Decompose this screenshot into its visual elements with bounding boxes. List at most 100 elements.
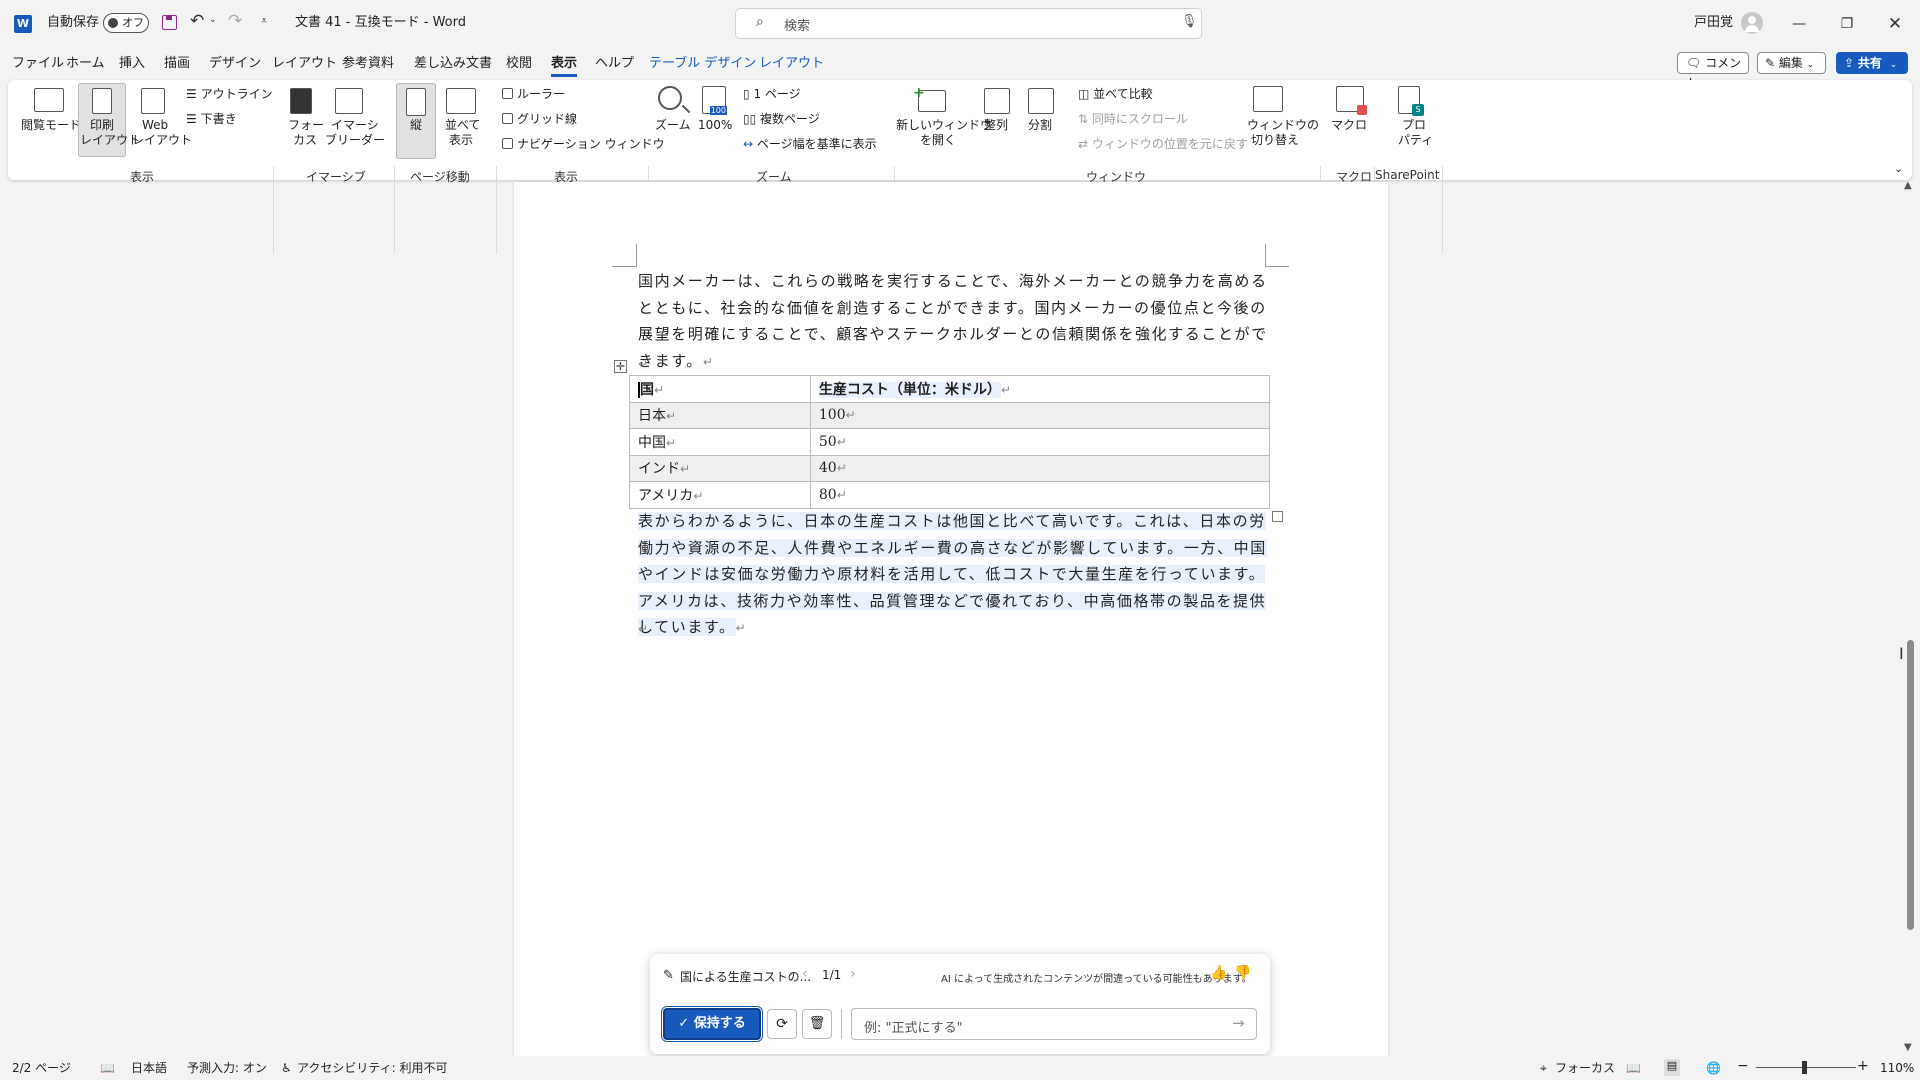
table-resize-handle[interactable]: [1272, 511, 1283, 522]
web-layout-label-2[interactable]: レイアウト: [132, 133, 192, 148]
editing-mode-button[interactable]: ✎ 編集 ⌄: [1757, 52, 1826, 74]
print-layout-view-icon[interactable]: ▤: [1664, 1059, 1680, 1076]
share-button[interactable]: ⇪ 共有 ⌄: [1836, 52, 1908, 74]
regenerate-button[interactable]: ⟳: [767, 1009, 797, 1039]
table-header-cell[interactable]: 生産コスト（単位：米ドル）↵: [809, 375, 1271, 403]
tab-draw[interactable]: 描画: [164, 55, 190, 73]
table-header-cell[interactable]: 国↵: [629, 375, 811, 403]
gridlines-checkbox[interactable]: グリッド線: [502, 112, 577, 127]
tab-review[interactable]: 校閲: [506, 55, 532, 73]
zoom-100-button[interactable]: 100%: [698, 118, 732, 133]
side-to-side-label-1[interactable]: 並べて: [445, 118, 481, 133]
immersive-reader-label-2[interactable]: ブリーダー: [325, 133, 385, 148]
new-window-label-1[interactable]: 新しいウィンドウ: [896, 118, 992, 133]
web-layout-label-1[interactable]: Web: [142, 118, 168, 133]
multiple-pages-button[interactable]: ▯▯ 複数ページ: [743, 112, 820, 127]
next-icon[interactable]: ›: [850, 966, 856, 982]
switch-windows-label-2[interactable]: 切り替え: [1251, 133, 1299, 148]
restore-button[interactable]: ❐: [1824, 0, 1870, 48]
zoom-in-icon[interactable]: +: [1857, 1059, 1869, 1073]
undo-icon[interactable]: ↶: [190, 11, 204, 31]
ruler-checkbox[interactable]: ルーラー: [502, 87, 565, 102]
focus-label-2[interactable]: カス: [293, 133, 317, 148]
one-page-button[interactable]: ▯ 1 ページ: [743, 87, 801, 102]
zoom-button[interactable]: ズーム: [655, 118, 691, 133]
text-cursor-icon: I: [1899, 644, 1904, 663]
zoom-slider-thumb[interactable]: [1802, 1061, 1807, 1074]
tab-references[interactable]: 参考資料: [342, 55, 394, 73]
tab-file[interactable]: ファイル: [12, 55, 64, 73]
table-cell[interactable]: 40↵: [809, 454, 1271, 482]
side-by-side-button[interactable]: ◫ 並べて比較: [1078, 87, 1153, 102]
tab-mailings[interactable]: 差し込み文書: [414, 55, 492, 73]
tab-view[interactable]: 表示: [551, 55, 578, 77]
collapse-ribbon-icon[interactable]: ⌄: [1894, 162, 1903, 175]
predictive-text[interactable]: 予測入力: オン: [187, 1061, 267, 1075]
table-cell[interactable]: 日本↵: [629, 401, 811, 429]
table-cell[interactable]: アメリカ↵: [629, 481, 811, 509]
outline-button[interactable]: ☰ アウトライン: [186, 87, 273, 102]
arrange-all-button[interactable]: 整列: [984, 118, 1008, 133]
thumbs-down-icon[interactable]: 👎: [1234, 965, 1251, 981]
close-button[interactable]: ✕: [1872, 0, 1918, 48]
switch-windows-label-1[interactable]: ウィンドウの: [1247, 118, 1319, 133]
read-mode-view-icon[interactable]: 📖: [1626, 1061, 1641, 1075]
redo-icon[interactable]: ↷: [228, 11, 242, 31]
undo-dropdown-icon[interactable]: ⌄: [209, 15, 217, 25]
properties-label-1[interactable]: プロ: [1402, 118, 1426, 133]
microphone-icon[interactable]: 🎙: [1181, 14, 1198, 29]
send-icon[interactable]: →: [1232, 1014, 1245, 1032]
tab-insert[interactable]: 挿入: [119, 55, 145, 73]
tab-design[interactable]: デザイン: [209, 55, 261, 73]
avatar[interactable]: [1741, 12, 1763, 34]
split-button[interactable]: 分割: [1028, 118, 1052, 133]
table-cell[interactable]: 80↵: [809, 481, 1271, 509]
table-cell[interactable]: インド↵: [629, 454, 811, 482]
read-mode-button[interactable]: 閲覧モード: [21, 118, 81, 133]
scroll-up-icon[interactable]: ▲: [1904, 180, 1912, 191]
language[interactable]: 日本語: [131, 1061, 167, 1075]
page-width-button[interactable]: ↔ ページ幅を基準に表示: [743, 137, 877, 152]
discard-button[interactable]: 🗑: [802, 1009, 832, 1039]
zoom-level[interactable]: 110%: [1880, 1061, 1914, 1075]
proofing-icon[interactable]: 📖: [100, 1061, 115, 1075]
empty-paragraph[interactable]: ↵: [638, 615, 1268, 643]
customize-qat-icon[interactable]: ⩡: [261, 14, 267, 28]
nav-pane-checkbox[interactable]: ナビゲーション ウィンドウ: [502, 137, 665, 152]
tab-table-layout[interactable]: レイアウト: [759, 55, 824, 73]
cell-text: 日本: [638, 408, 666, 425]
table-cell[interactable]: 100↵: [809, 401, 1271, 429]
focus-label-1[interactable]: フォー: [288, 118, 324, 133]
vertical-scrollbar-thumb[interactable]: [1907, 640, 1914, 930]
search-box[interactable]: ⌕ 検索 🎙: [735, 8, 1202, 39]
comment-button[interactable]: 🗨 コメント: [1677, 52, 1749, 90]
side-to-side-label-2[interactable]: 表示: [449, 133, 473, 148]
macro-button[interactable]: マクロ: [1331, 118, 1367, 133]
zoom-out-icon[interactable]: −: [1737, 1059, 1749, 1073]
draft-button[interactable]: ☰ 下書き: [186, 112, 237, 127]
properties-label-2[interactable]: パティ: [1398, 133, 1433, 148]
new-window-label-2[interactable]: を開く: [920, 133, 956, 148]
save-icon[interactable]: [162, 15, 177, 30]
accessibility-status[interactable]: アクセシビリティ: 利用不可: [297, 1061, 448, 1075]
tab-help[interactable]: ヘルプ: [595, 55, 634, 73]
focus-mode-button[interactable]: フォーカス: [1555, 1061, 1615, 1075]
previous-icon[interactable]: ‹: [802, 966, 808, 982]
page-count[interactable]: 2/2 ページ: [12, 1061, 71, 1075]
tab-home[interactable]: ホーム: [66, 55, 105, 73]
table-move-handle-icon[interactable]: ✛: [614, 360, 627, 373]
web-layout-view-icon[interactable]: 🌐: [1706, 1061, 1721, 1075]
thumbs-up-icon[interactable]: 👍: [1210, 965, 1227, 981]
keep-button[interactable]: ✓ 保持する: [661, 1006, 763, 1042]
immersive-reader-label-1[interactable]: イマーシ: [331, 118, 379, 133]
scroll-down-icon[interactable]: ▼: [1904, 1042, 1912, 1053]
tab-table-design[interactable]: テーブル デザイン: [649, 55, 756, 73]
refine-input[interactable]: 例: "正式にする" →: [851, 1008, 1257, 1040]
table-cell[interactable]: 中国↵: [629, 428, 811, 456]
tab-layout[interactable]: レイアウト: [272, 55, 337, 73]
empty-paragraph[interactable]: ↵: [638, 350, 1268, 378]
minimize-button[interactable]: —: [1776, 0, 1822, 48]
table-cell[interactable]: 50↵: [809, 428, 1271, 456]
data-table[interactable]: 国↵ 生産コスト（単位：米ドル）↵ 日本↵ 100↵ 中国↵ 50↵ インド↵ …: [629, 375, 1271, 509]
autosave-toggle[interactable]: オフ: [103, 13, 149, 33]
